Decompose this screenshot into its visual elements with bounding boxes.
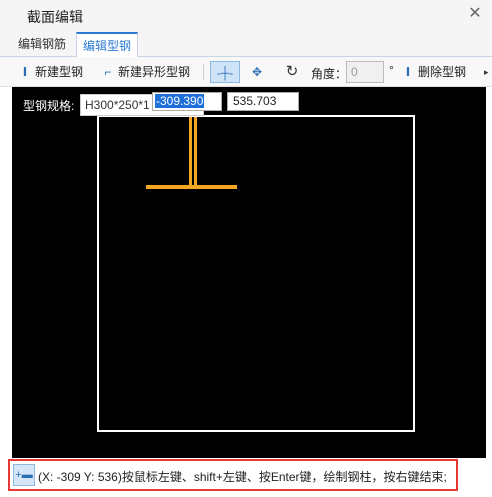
steel-bottom-flange xyxy=(146,185,237,189)
title-bar: 截面编辑 ✕ xyxy=(0,0,492,30)
angle-input[interactable] xyxy=(346,61,384,83)
tab-edit-steel[interactable]: 编辑型钢 xyxy=(76,32,139,57)
coord-x-input[interactable]: -309.390 xyxy=(152,92,222,111)
new-special-steel-icon: ⌐ xyxy=(104,65,112,79)
degree-symbol: ° xyxy=(389,63,394,77)
status-text: (X: -309 Y: 536)按鼠标左键、shift+左键、按Enter键，绘… xyxy=(38,470,447,484)
delete-steel-icon: Ⅰ xyxy=(405,65,411,79)
toolbar-separator xyxy=(203,64,204,80)
point-draw-icon[interactable]: +▬ xyxy=(13,464,35,486)
tab-edit-rebar[interactable]: 编辑钢筋 xyxy=(12,32,72,57)
new-steel-icon: Ⅰ xyxy=(22,65,28,79)
coord-y-input[interactable]: 535.703 xyxy=(227,92,299,111)
delete-steel-button[interactable]: Ⅰ 删除型钢 xyxy=(401,61,466,83)
crosshair-icon: -┼- xyxy=(216,66,234,80)
spec-label: 型钢规格: xyxy=(23,99,75,113)
tab-bar: 编辑钢筋 编辑型钢 xyxy=(0,30,492,57)
new-steel-label: 新建型钢 xyxy=(35,65,84,79)
delete-steel-label: 删除型钢 xyxy=(418,65,467,79)
close-icon[interactable]: ✕ xyxy=(466,5,484,23)
toolbar: Ⅰ 新建型钢 ⌐ 新建异形型钢 -┼- ✥ ↻ 角度： ° Ⅰ 删除型钢 ▸ xyxy=(0,57,492,87)
move-icon: ✥ xyxy=(251,65,263,79)
drawing-canvas[interactable]: 型钢规格: H300*250*1 -309.390 535.703 xyxy=(12,87,486,458)
status-bar: +▬ (X: -309 Y: 536)按鼠标左键、shift+左键、按Enter… xyxy=(8,459,458,491)
crosshair-button[interactable]: -┼- xyxy=(210,61,240,83)
rotate-icon: ↻ xyxy=(285,63,299,80)
move-button[interactable]: ✥ xyxy=(248,61,266,83)
section-outline xyxy=(97,115,415,432)
steel-web-left xyxy=(189,117,192,185)
new-steel-button[interactable]: Ⅰ 新建型钢 xyxy=(18,61,83,83)
new-special-steel-button[interactable]: ⌐ 新建异形型钢 xyxy=(101,61,190,83)
steel-web-right xyxy=(194,117,197,185)
coord-x-value: -309.390 xyxy=(155,94,205,108)
new-special-steel-label: 新建异形型钢 xyxy=(118,65,191,79)
rotate-button[interactable]: ↻ xyxy=(283,61,301,83)
more-arrow-icon[interactable]: ▸ xyxy=(484,61,492,83)
angle-label: 角度： xyxy=(311,67,348,81)
window-title: 截面编辑 xyxy=(27,9,83,25)
